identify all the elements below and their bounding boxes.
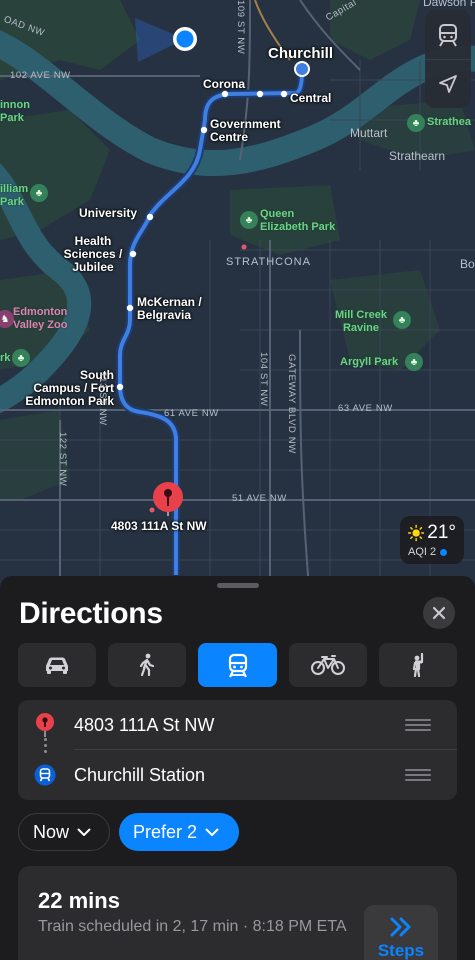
street-label-51-ave: 51 AVE NW <box>232 493 287 504</box>
street-label-102-ave: 102 AVE NW <box>10 70 71 81</box>
park-label-william[interactable]: illiam Park <box>0 183 28 209</box>
area-label-dawson-park: Dawson Park <box>423 0 475 9</box>
walk-icon <box>140 653 155 677</box>
mode-rideshare-button[interactable] <box>378 643 458 687</box>
temperature: 21° <box>427 522 456 543</box>
double-chevron-right-icon <box>390 917 411 937</box>
park-label-strathea[interactable]: Strathea <box>427 116 471 129</box>
station-label-university[interactable]: University <box>79 207 137 220</box>
transit-station-icon <box>34 764 56 786</box>
destination-label[interactable]: 4803 111A St NW <box>111 520 207 533</box>
street-label-122-st: 122 ST NW <box>57 432 68 487</box>
locate-button[interactable] <box>425 59 471 108</box>
station-label-mckernan[interactable]: McKernan / Belgravia <box>137 296 202 322</box>
location-arrow-icon <box>439 75 457 93</box>
prefer-filter-dropdown[interactable]: Prefer 2 <box>119 813 239 851</box>
transit-view-button[interactable] <box>425 10 471 59</box>
destination-row[interactable]: Churchill Station <box>18 750 457 800</box>
trip-detail: Train scheduled in 2, 17 min · 8:18 PM E… <box>38 918 347 935</box>
station-label-central[interactable]: Central <box>290 92 331 105</box>
sheet-title: Directions <box>19 597 163 630</box>
destination-label: Churchill Station <box>74 764 206 785</box>
street-label-113-st: 113 ST NW <box>97 372 108 426</box>
park-icon: ♣ <box>405 353 423 371</box>
park-icon: ♣ <box>407 114 425 132</box>
park-icon: ♣ <box>240 211 258 229</box>
sun-icon <box>408 524 425 542</box>
weather-widget[interactable]: 21° AQI 2 <box>400 516 464 564</box>
car-icon <box>46 657 69 674</box>
origin-row[interactable]: 4803 111A St NW <box>18 700 457 750</box>
route-result-card[interactable]: 22 mins Train scheduled in 2, 17 min · 8… <box>18 866 457 960</box>
steps-button[interactable]: Steps <box>364 905 438 960</box>
mode-cycle-button[interactable] <box>288 643 367 687</box>
trip-duration: 22 mins <box>38 888 120 913</box>
directions-sheet: Directions 4803 111A St NW Churchill Sta… <box>0 576 475 960</box>
close-icon <box>432 606 446 620</box>
map-view[interactable]: Churchill Corona Central Government Cent… <box>0 0 475 600</box>
reorder-handle-icon[interactable] <box>405 719 431 731</box>
steps-label: Steps <box>377 941 425 960</box>
mode-transit-button[interactable] <box>198 643 277 687</box>
origin-label: 4803 111A St NW <box>74 714 215 735</box>
red-pin-icon <box>36 713 54 737</box>
park-label-queen-elizabeth[interactable]: Queen Elizabeth Park <box>260 208 335 234</box>
street-label-gateway: GATEWAY BLVD NW <box>286 354 297 454</box>
tram-icon <box>228 653 247 678</box>
station-label-government-centre[interactable]: Government Centre <box>210 118 281 144</box>
park-icon: ♣ <box>393 311 411 329</box>
park-label-argyll[interactable]: Argyll Park <box>340 356 398 369</box>
departure-time-label: Now <box>33 821 70 842</box>
mode-drive-button[interactable] <box>18 643 97 687</box>
person-hail-icon <box>412 653 424 677</box>
park-icon: ♣ <box>12 349 30 367</box>
reorder-handle-icon[interactable] <box>405 769 431 781</box>
aqi-label: AQI 2 <box>408 546 437 558</box>
station-label-health-sciences[interactable]: Health Sciences / Jubilee <box>60 235 126 274</box>
park-icon: ♣ <box>30 184 48 202</box>
street-label-61-ave: 61 AVE NW <box>164 408 219 419</box>
area-label-strathcona: STRATHCONA <box>226 256 311 268</box>
map-controls <box>425 10 471 108</box>
departure-time-dropdown[interactable]: Now <box>18 813 110 851</box>
area-label-bo: Bo <box>460 257 475 271</box>
tram-icon <box>439 23 457 47</box>
station-label-corona[interactable]: Corona <box>203 78 245 91</box>
park-label-kinnon[interactable]: innon Park <box>0 99 30 125</box>
chevron-down-icon <box>77 828 91 836</box>
area-label-strathearn: Strathearn <box>389 149 446 163</box>
park-label-mill-creek[interactable]: Mill Creek Ravine <box>335 309 387 335</box>
sheet-grabber[interactable] <box>217 583 259 588</box>
aqi-dot <box>440 548 448 556</box>
bicycle-icon <box>310 655 345 675</box>
mode-walk-button[interactable] <box>108 643 187 687</box>
park-label-rk[interactable]: rk <box>0 352 10 365</box>
station-label-churchill[interactable]: Churchill <box>268 46 333 61</box>
transport-mode-selector <box>18 643 458 687</box>
route-endpoints: 4803 111A St NW Churchill Station <box>18 700 457 800</box>
poi-label-zoo[interactable]: Edmonton Valley Zoo <box>13 306 67 332</box>
street-label-109-st: 109 ST NW <box>235 0 246 55</box>
street-label-63-ave: 63 AVE NW <box>338 403 393 414</box>
chevron-down-icon <box>205 828 219 836</box>
street-label-104-st: 104 ST NW <box>258 352 269 407</box>
prefer-filter-label: Prefer 2 <box>133 821 198 842</box>
close-button[interactable] <box>423 597 455 629</box>
area-label-muttart: Muttart <box>350 126 388 140</box>
